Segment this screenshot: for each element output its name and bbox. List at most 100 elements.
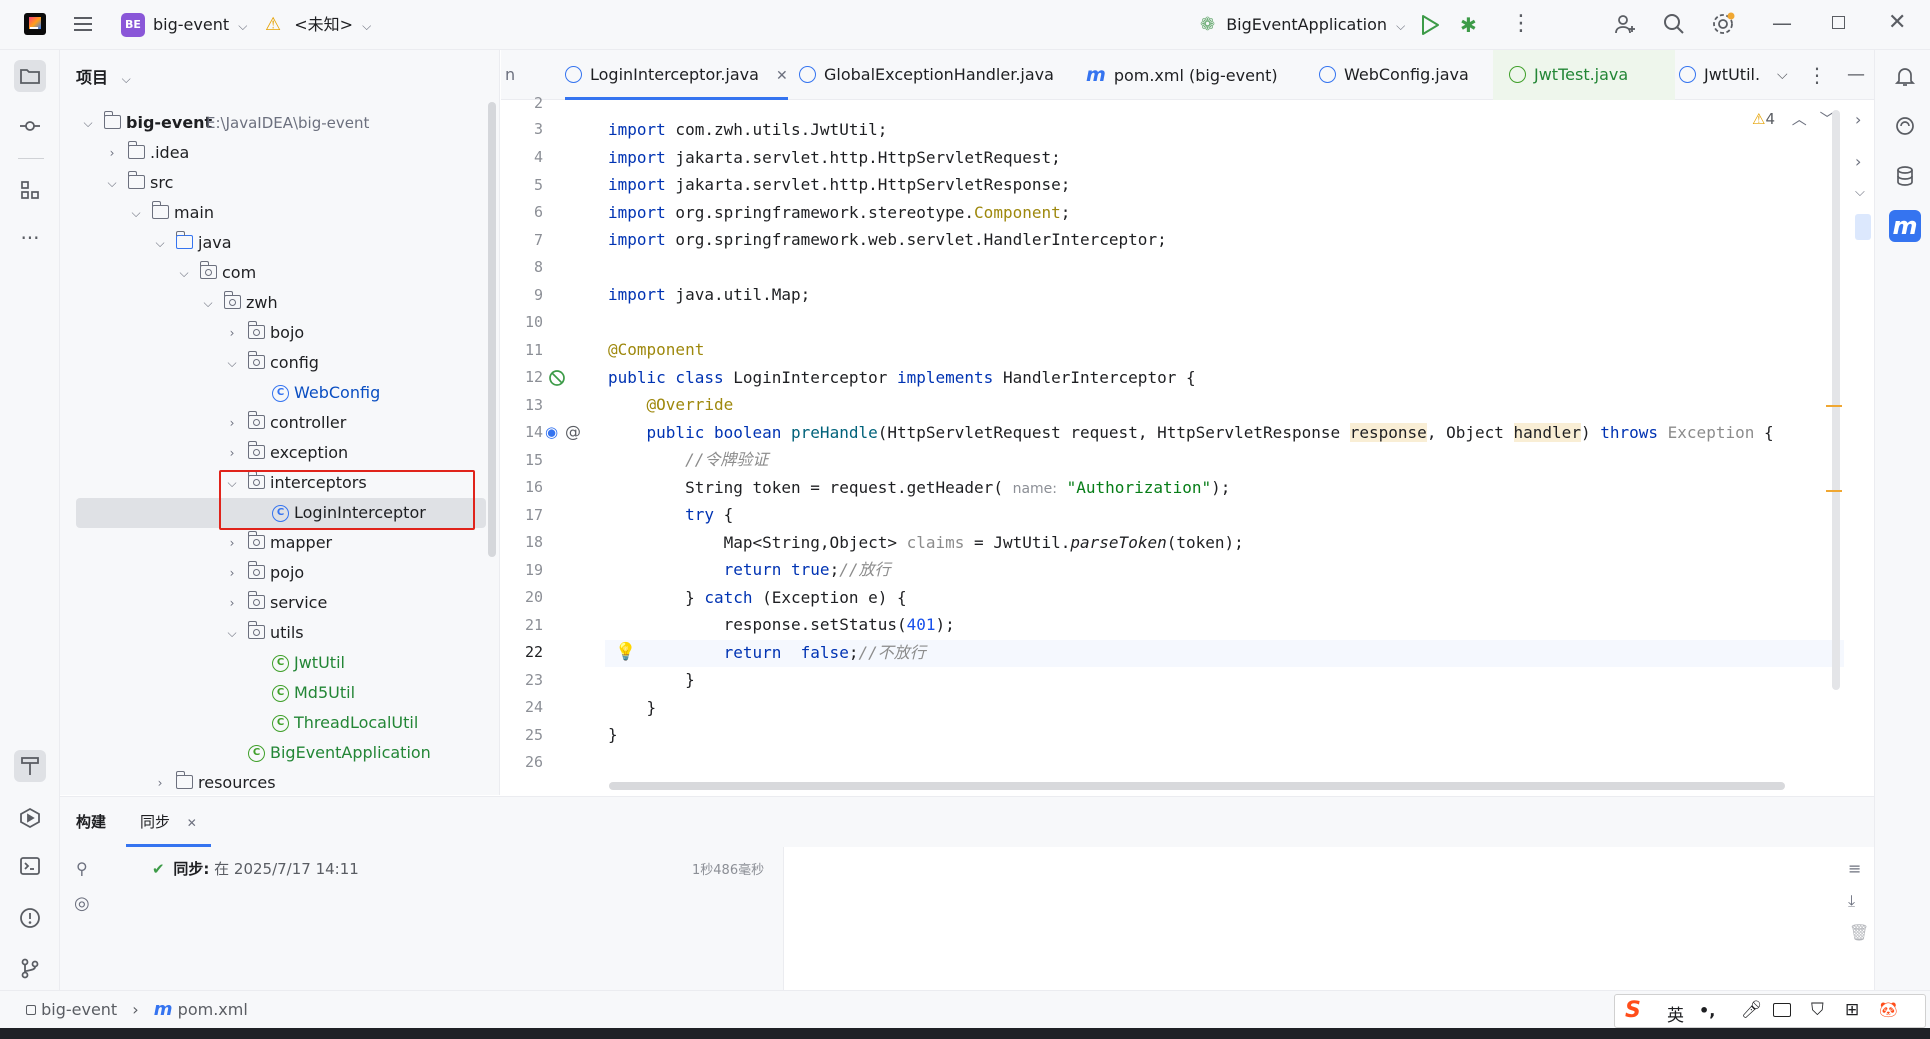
tree-item-bojo[interactable]: › bojo (60, 318, 490, 348)
tree-item-resources[interactable]: › resources (60, 768, 490, 795)
skin-shirt-icon[interactable]: ⛉ (1811, 1000, 1824, 1020)
sync-result-row[interactable]: ✔ 同步: 在 2025/7/17 14:11 (152, 857, 359, 881)
chevron-down-icon[interactable]: ⌵ (128, 198, 144, 228)
run-config-selector[interactable]: ❁ BigEventApplication ⌵ (1200, 0, 1405, 51)
chevron-right-icon[interactable]: › (224, 438, 240, 468)
tree-item-pojo[interactable]: › pojo (60, 558, 490, 588)
editor-gutter[interactable]: 2 3 4 5 6 7 8 9 10 11 12 13 14 15 16 17 … (501, 94, 636, 795)
database-icon[interactable] (1889, 160, 1921, 192)
pin-icon[interactable]: ⚲ (76, 859, 88, 878)
commit-icon[interactable] (14, 110, 46, 142)
tree-item-idea[interactable]: › .idea (60, 138, 490, 168)
settings-gear-icon[interactable] (1710, 11, 1736, 41)
debug-icon[interactable]: ✱ (1460, 13, 1477, 37)
tree-item-src[interactable]: ⌵ src (60, 168, 490, 198)
toolbox-grid-icon[interactable]: ⊞ (1845, 1000, 1859, 1020)
tree-item-md5util[interactable]: C Md5Util (60, 678, 490, 708)
eye-icon[interactable]: ◎ (74, 893, 90, 914)
tree-item-utils[interactable]: ⌵ utils (60, 618, 490, 648)
ime-punctuation[interactable]: •, (1699, 1001, 1715, 1020)
main-menu-icon[interactable] (72, 13, 94, 35)
chevron-down-icon[interactable]: ⌵ (1855, 185, 1865, 200)
warning-stripe-mark[interactable] (1826, 490, 1842, 492)
tree-item-config[interactable]: ⌵ config (60, 348, 490, 378)
chevron-down-icon[interactable]: ⌵ (176, 258, 192, 288)
chevron-right-icon[interactable]: › (104, 138, 120, 168)
problems-icon[interactable] (14, 902, 46, 934)
editor-minimize-icon[interactable]: — (1847, 50, 1865, 100)
chevron-right-icon[interactable]: › (1855, 110, 1861, 129)
chevron-up-icon[interactable]: ︿ (1792, 110, 1807, 128)
tab-sync[interactable]: 同步 ✕ (126, 797, 211, 847)
tab-logininterceptor[interactable]: LoginInterceptor.java ✕ (565, 50, 788, 100)
project-tool-folder-icon[interactable] (14, 60, 46, 92)
tree-item-bigeventapplication[interactable]: C BigEventApplication (60, 738, 490, 768)
add-user-icon[interactable] (1613, 12, 1637, 40)
tree-item-mapper[interactable]: › mapper (60, 528, 490, 558)
keyboard-icon[interactable] (1773, 1003, 1791, 1017)
tab-webconfig[interactable]: WebConfig.java (1319, 50, 1469, 100)
chevron-down-icon[interactable]: ⌵ (104, 168, 120, 198)
terminal-icon[interactable] (14, 850, 46, 882)
breadcrumb-project[interactable]: big-event (41, 1000, 117, 1019)
editor-horizontal-scrollbar[interactable] (609, 782, 1785, 790)
tab-pom-xml[interactable]: m pom.xml (big-event) (1086, 50, 1278, 100)
search-icon[interactable] (1662, 12, 1686, 40)
tree-item-exception[interactable]: › exception (60, 438, 490, 468)
chevron-right-icon[interactable]: › (224, 528, 240, 558)
tab-jwttest[interactable]: JwtTest.java (1493, 50, 1675, 100)
inspection-widget[interactable]: ⚠4 ︿ ﹀ (1752, 108, 1835, 129)
tree-item-big-event[interactable]: ⌵ big-event E:\JavaIDEA\big-event (60, 108, 490, 138)
vcs-widget[interactable]: ⚠ <未知> ⌵ (265, 0, 371, 51)
run-icon[interactable] (1420, 14, 1440, 40)
chevron-down-icon[interactable]: ⌵ (224, 348, 240, 378)
maven-tool-icon[interactable]: m (1889, 210, 1921, 242)
tree-item-java[interactable]: ⌵ java (60, 228, 490, 258)
build-output-console[interactable] (783, 847, 1874, 991)
editor-vertical-scrollbar[interactable] (1832, 110, 1840, 690)
services-icon[interactable] (14, 802, 46, 834)
close-window-icon[interactable]: ✕ (1888, 10, 1906, 35)
chevron-right-icon[interactable]: › (152, 768, 168, 795)
scroll-to-end-icon[interactable]: ⤓ (1848, 891, 1855, 911)
structure-icon[interactable] (14, 174, 46, 206)
chevron-right-icon[interactable]: › (224, 588, 240, 618)
code-editor[interactable]: import com.zwh.utils.JwtUtil; import jak… (608, 100, 1844, 792)
git-branch-icon[interactable] (14, 952, 46, 984)
tab-more-icon[interactable]: ⋮ (1807, 50, 1827, 100)
build-hammer-icon[interactable] (14, 750, 46, 782)
chevron-down-icon[interactable]: ⌵ (80, 108, 96, 138)
chevron-right-icon[interactable]: › (224, 558, 240, 588)
ime-language[interactable]: 英 (1667, 1001, 1684, 1026)
trash-icon[interactable]: 🗑 (1849, 923, 1869, 942)
soft-wrap-icon[interactable]: ≡ (1848, 859, 1861, 878)
chevron-down-icon[interactable]: ⌵ (224, 618, 240, 648)
override-method-gutter-icon[interactable]: ◉ (545, 423, 558, 441)
tree-item-controller[interactable]: › controller (60, 408, 490, 438)
minimize-icon[interactable]: — (1772, 11, 1792, 35)
tab-globalexceptionhandler[interactable]: GlobalExceptionHandler.java (799, 50, 1054, 100)
chevron-down-icon[interactable]: ⌵ (152, 228, 168, 258)
project-scrollbar[interactable] (488, 102, 496, 557)
chevron-right-icon[interactable]: › (224, 408, 240, 438)
more-tools-icon[interactable]: ··· (14, 222, 46, 254)
project-badge[interactable]: BE (121, 13, 145, 37)
chevron-right-icon[interactable]: › (224, 318, 240, 348)
microphone-icon[interactable]: 🎤︎ (1741, 1000, 1763, 1020)
chevron-right-icon[interactable]: › (1855, 152, 1861, 171)
tree-item-threadlocalutil[interactable]: C ThreadLocalUtil (60, 708, 490, 738)
warning-stripe-mark[interactable] (1826, 405, 1842, 407)
notifications-bell-icon[interactable] (1889, 60, 1921, 92)
tree-item-com[interactable]: ⌵ com (60, 258, 490, 288)
sogou-logo-icon[interactable]: S (1625, 998, 1641, 1023)
tab-build[interactable]: 构建 (76, 797, 106, 847)
breadcrumb-file[interactable]: pom.xml (178, 1000, 248, 1019)
tree-item-webconfig[interactable]: C WebConfig (60, 378, 490, 408)
no-bean-gutter-icon[interactable] (547, 368, 567, 392)
tree-item-service[interactable]: › service (60, 588, 490, 618)
tree-item-jwtutil[interactable]: C JwtUtil (60, 648, 490, 678)
chevron-down-icon[interactable]: ⌵ (200, 288, 216, 318)
tab-list-chevron-icon[interactable]: ⌵ (1777, 50, 1788, 100)
more-actions-icon[interactable]: ⋮ (1510, 11, 1532, 36)
tab-jwtutil[interactable]: JwtUtil. (1679, 50, 1760, 100)
